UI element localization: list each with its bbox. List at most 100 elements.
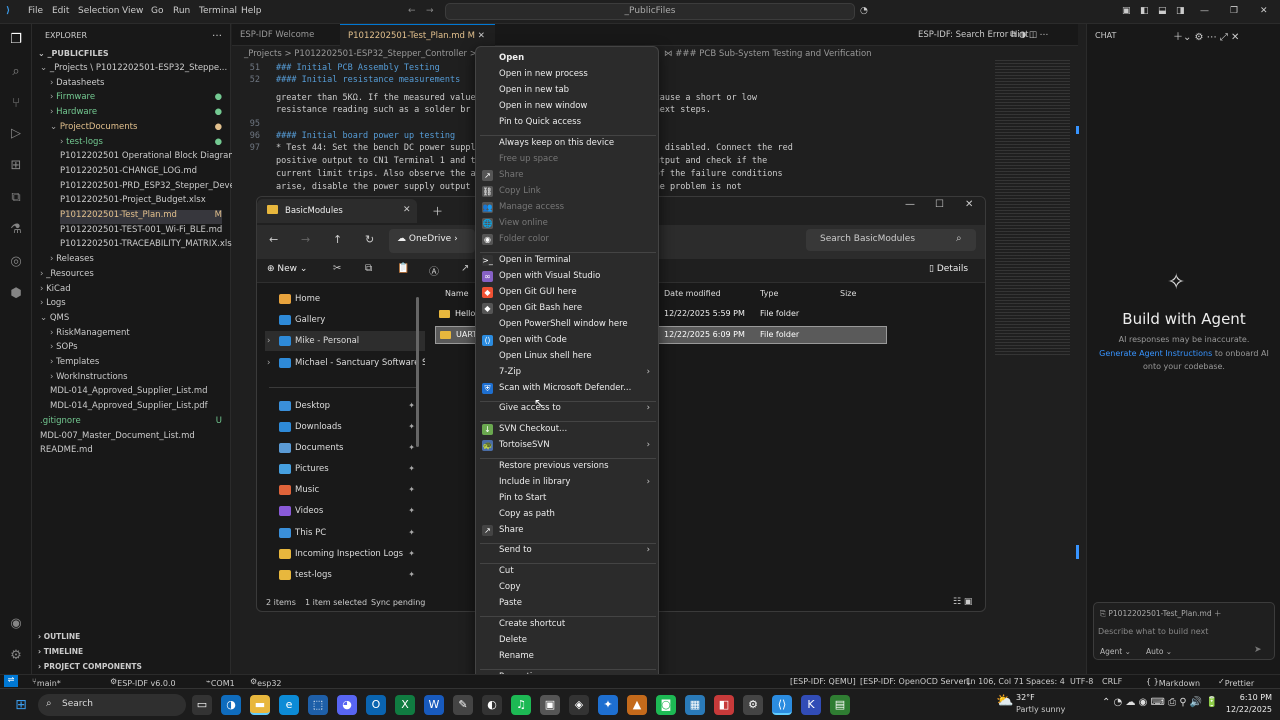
app-icon[interactable]: ✦ xyxy=(598,695,618,715)
context-item-open[interactable]: Open xyxy=(476,51,660,66)
copy-icon[interactable]: ⧉ xyxy=(365,263,372,274)
context-item-open-in-new-tab[interactable]: Open in new tab xyxy=(476,83,660,98)
menu-run[interactable]: Run xyxy=(173,6,190,16)
code-line[interactable]: #### Initial resistance measurements xyxy=(276,75,460,85)
chat-actions[interactable]: ＋⌄ ⚙ ⋯ ⤢ ✕ xyxy=(1173,28,1239,43)
nav-item[interactable]: Music ✦ xyxy=(265,480,425,500)
cursor-position[interactable]: Ln 106, Col 71 xyxy=(966,677,1024,686)
copilot-icon[interactable]: ◔ xyxy=(860,6,868,16)
nav-item[interactable]: This PC ✦ xyxy=(265,523,425,543)
run-debug-icon[interactable]: ▷ xyxy=(6,124,26,144)
tab-test-plan[interactable]: P1012202501-Test_Plan.md M ✕ xyxy=(340,24,495,46)
qemu-status[interactable]: [ESP-IDF: QEMU] xyxy=(790,677,856,686)
edge-icon[interactable]: e xyxy=(279,695,299,715)
context-item-7-zip[interactable]: 7-Zip › xyxy=(476,365,660,380)
address-bar[interactable]: ☁ OneDrive › xyxy=(389,229,475,253)
context-item-share[interactable]: ↗ Share xyxy=(476,523,660,538)
col-date[interactable]: Date modified xyxy=(664,289,721,298)
win-close-icon[interactable]: ✕ xyxy=(965,199,973,210)
search-box[interactable]: Search BasicModules ⌕ xyxy=(806,229,976,251)
tree-item[interactable]: › KiCad xyxy=(40,284,222,298)
nav-item[interactable]: Incoming Inspection Logs ✦ xyxy=(265,544,425,564)
tree-item[interactable]: › SOPs xyxy=(50,342,222,356)
source-control-icon[interactable]: ⑂ xyxy=(6,94,26,114)
rename-icon[interactable]: Ⓐ xyxy=(429,263,439,278)
menu-help[interactable]: Help xyxy=(241,6,262,16)
indentation[interactable]: Spaces: 4 xyxy=(1026,677,1065,686)
context-item-create-shortcut[interactable]: Create shortcut xyxy=(476,617,660,632)
tab-esp-idf-welcome[interactable]: ESP-IDF Welcome xyxy=(232,24,340,46)
nav-scrollbar[interactable] xyxy=(416,297,419,447)
context-item-delete[interactable]: Delete xyxy=(476,633,660,648)
file-explorer-app-icon[interactable]: ▬ xyxy=(250,695,270,715)
discord-icon[interactable]: ◕ xyxy=(337,695,357,715)
generate-instructions-link[interactable]: Generate Agent Instructions xyxy=(1099,349,1212,358)
outlook-icon[interactable]: O xyxy=(366,695,386,715)
tree-item[interactable]: P1012202501-Project_Budget.xlsx xyxy=(60,195,222,209)
tree-item[interactable]: › Datasheets xyxy=(50,78,222,92)
nav-item[interactable]: Videos ✦ xyxy=(265,501,425,521)
menu-edit[interactable]: Edit xyxy=(52,6,69,16)
section-outline[interactable]: › OUTLINE xyxy=(38,632,80,646)
col-size[interactable]: Size xyxy=(840,289,856,298)
app-icon[interactable]: ◈ xyxy=(569,695,589,715)
mode-dropdown[interactable]: Agent ⌄ xyxy=(1100,647,1131,656)
menu-selection[interactable]: Selection xyxy=(78,6,119,16)
section-timeline[interactable]: › TIMELINE xyxy=(38,647,83,661)
git-branch[interactable]: ⑂ main* xyxy=(32,677,61,688)
target-chip[interactable]: ⚙ esp32 xyxy=(250,677,282,688)
context-item-open-in-terminal[interactable]: >_ Open in Terminal xyxy=(476,253,660,268)
nav-item[interactable]: Gallery xyxy=(265,310,425,330)
minimap[interactable] xyxy=(995,60,1070,355)
context-item-open-powershell-window-here[interactable]: Open PowerShell window here xyxy=(476,317,660,332)
context-item-copy[interactable]: Copy xyxy=(476,580,660,595)
weather-temp[interactable]: 32°F xyxy=(1016,693,1035,702)
pin-icon[interactable]: ✦ xyxy=(408,480,415,500)
col-type[interactable]: Type xyxy=(760,289,778,298)
context-item-include-in-library[interactable]: Include in library › xyxy=(476,475,660,490)
chat-input[interactable]: Describe what to build next xyxy=(1098,627,1208,636)
clock-date[interactable]: 12/22/2025 xyxy=(1216,705,1272,714)
forward-icon[interactable]: → xyxy=(301,233,310,246)
attached-file[interactable]: ⎘ P1012202501-Test_Plan.md ＋ xyxy=(1100,608,1221,619)
tray-icons[interactable]: ⌃ ◔ ☁ ◉ ⌨ ⎙ ⚲ 🔊 🔋 xyxy=(1102,697,1218,708)
paste-icon[interactable]: 📋 xyxy=(397,263,409,274)
remote-indicator[interactable]: ⇌ xyxy=(4,675,18,687)
chat-input-box[interactable]: ⎘ P1012202501-Test_Plan.md ＋ Describe wh… xyxy=(1093,602,1275,660)
extensions-icon[interactable]: ⊞ xyxy=(6,156,26,176)
context-item-open-in-new-process[interactable]: Open in new process xyxy=(476,67,660,82)
testing-icon[interactable]: ⚗ xyxy=(6,220,26,240)
word-icon[interactable]: W xyxy=(424,695,444,715)
pin-icon[interactable]: ✦ xyxy=(408,565,415,585)
menu-go[interactable]: Go xyxy=(151,6,163,16)
store-icon[interactable]: ⬚ xyxy=(308,695,328,715)
settings-gear-icon[interactable]: ⚙ xyxy=(6,646,26,666)
prettier-status[interactable]: ✓ Prettier xyxy=(1218,677,1254,688)
nav-item[interactable]: Home xyxy=(265,289,425,309)
command-center[interactable]: _PublicFiles xyxy=(445,3,855,20)
code-line[interactable]: #### Initial board power up testing xyxy=(276,131,455,141)
new-tab-icon[interactable]: ＋ xyxy=(432,203,443,219)
tool-icon[interactable]: ✎ xyxy=(453,695,473,715)
restore-icon[interactable]: ❐ xyxy=(1230,6,1238,16)
tree-item[interactable]: P1012202501-Test_Plan.md M xyxy=(60,210,222,224)
espidf-version[interactable]: ⚙ ESP-IDF v6.0.0 xyxy=(110,677,176,688)
pin-icon[interactable]: ✦ xyxy=(408,396,415,416)
tree-item[interactable]: MDL-014_Approved_Supplier_List.pdf xyxy=(50,401,222,415)
context-item-svn-checkout[interactable]: ↓ SVN Checkout... xyxy=(476,422,660,437)
menu-view[interactable]: View xyxy=(122,6,143,16)
context-item-pin-to-quick-access[interactable]: Pin to Quick access xyxy=(476,115,660,130)
forward-arrow-icon[interactable]: → xyxy=(426,6,434,16)
breadcrumb-symbol[interactable]: ⋈ ### PCB Sub-System Testing and Verific… xyxy=(664,49,872,59)
taskbar-search[interactable]: ⌕ Search xyxy=(38,694,186,716)
tree-item[interactable]: ⌄ ProjectDocuments ● xyxy=(50,122,222,136)
line-ending[interactable]: CRLF xyxy=(1102,677,1122,686)
minimize-icon[interactable]: — xyxy=(1200,6,1209,16)
nav-item[interactable]: Michael - Sanctuary Software Stud › xyxy=(265,353,425,373)
vscode-app-icon[interactable]: ⟨⟩ xyxy=(772,695,792,715)
context-item-open-git-bash-here[interactable]: ◆ Open Git Bash here xyxy=(476,301,660,316)
settings-app-icon[interactable]: ⚙ xyxy=(743,695,763,715)
kicad-icon[interactable]: K xyxy=(801,695,821,715)
toggle-panel-icon[interactable]: ⬓ xyxy=(1158,6,1167,16)
context-item-open-linux-shell-here[interactable]: Open Linux shell here xyxy=(476,349,660,364)
